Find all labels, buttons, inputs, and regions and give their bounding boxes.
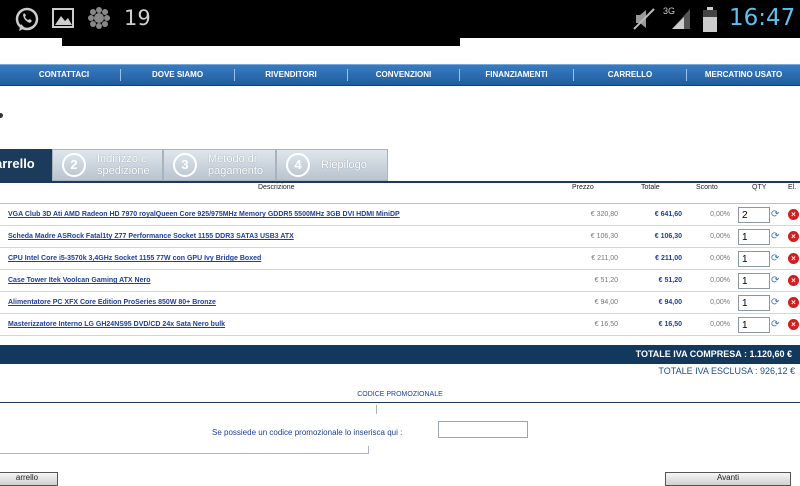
delete-icon[interactable]: × [788,231,799,242]
nav-item-carrello[interactable]: CARRELLO [574,65,686,85]
step-number: 2 [62,153,86,177]
bullet-marker [0,113,3,118]
row-total: € 106,30 [654,233,682,240]
divider [376,405,377,414]
quantity-input[interactable] [738,207,770,223]
refresh-icon[interactable]: ⟳ [771,254,781,264]
promo-code-input[interactable] [438,421,528,438]
promo-prompt: Se possiede un codice promozionale lo in… [212,428,403,437]
nav-item-contattaci[interactable]: CONTATTACI [8,65,120,85]
refresh-icon[interactable]: ⟳ [771,210,781,220]
step-cart[interactable]: arrello [0,149,52,181]
refresh-icon[interactable]: ⟳ [771,276,781,286]
table-row: Case Tower Itek Voolcan Gaming ATX Nero … [0,270,800,292]
delete-icon[interactable]: × [788,297,799,308]
step-payment[interactable]: 3 Metodo di pagamento [163,149,276,181]
row-total: € 16,50 [658,321,682,328]
step-label: Metodo di pagamento [208,153,264,177]
mute-icon [633,8,655,30]
nav-item-finanziamenti[interactable]: FINANZIAMENTI [460,65,573,85]
delete-icon[interactable]: × [788,253,799,264]
quantity-input[interactable] [738,229,770,245]
quantity-input[interactable] [738,317,770,333]
row-total: € 211,00 [655,255,682,262]
checkout-steps: arrello 2 Indirizzo e spedizione 3 Metod… [0,149,390,181]
refresh-icon[interactable]: ⟳ [771,320,781,330]
next-button[interactable]: Avanti [665,472,791,486]
nav-item-convenzioni[interactable]: CONVENZIONI [348,65,459,85]
delete-icon[interactable]: × [788,209,799,220]
row-total: € 641,60 [654,211,682,218]
header-bar [62,38,460,46]
clock: 16:47 [729,5,796,31]
unit-price: € 94,00 [594,299,618,306]
delete-icon[interactable]: × [788,275,799,286]
row-total: € 94,00 [658,299,682,306]
unit-price: € 211,00 [591,255,618,262]
step-label: Indirizzo e spedizione [97,153,150,177]
header-row [0,190,800,204]
row-discount: 0,00% [710,233,730,240]
unit-price: € 16,50 [594,321,618,328]
quantity-input[interactable] [738,295,770,311]
main-nav: CONTATTACI DOVE SIAMO RIVENDITORI CONVEN… [0,64,800,86]
product-link[interactable]: Alimentatore PC XFX Core Edition ProSeri… [8,299,216,306]
table-row: VGA Club 3D Ati AMD Radeon HD 7970 royal… [0,204,800,226]
step-address[interactable]: 2 Indirizzo e spedizione [52,149,163,181]
step-number: 3 [173,153,197,177]
step-summary[interactable]: 4 Riepilogo [276,149,388,181]
battery-icon [703,7,717,32]
step-label: arrello [0,156,35,171]
nav-item-rivenditori[interactable]: RIVENDITORI [235,65,347,85]
nav-item-mercatino-usato[interactable]: MERCATINO USATO [687,65,800,85]
promo-heading: CODICE PROMOZIONALE [0,388,800,403]
refresh-icon[interactable]: ⟳ [771,232,781,242]
row-discount: 0,00% [710,255,730,262]
nav-item-dove-siamo[interactable]: DOVE SIAMO [121,65,234,85]
row-total: € 51,20 [658,277,682,284]
row-discount: 0,00% [710,277,730,284]
unit-price: € 51,20 [594,277,618,284]
delete-icon[interactable]: × [788,319,799,330]
step-number: 4 [286,153,310,177]
product-link[interactable]: VGA Club 3D Ati AMD Radeon HD 7970 royal… [8,211,400,218]
total-with-vat: TOTALE IVA COMPRESA : 1.120,60 € [635,349,792,359]
row-discount: 0,00% [710,299,730,306]
step-label: Riepilogo [321,159,367,171]
unit-price: € 106,30 [590,233,618,240]
product-link[interactable]: CPU Intel Core i5-3570k 3,4GHz Socket 11… [8,255,261,262]
gallery-icon [52,8,74,28]
table-row: Masterizzatore Interno LG GH24NS95 DVD/C… [0,314,800,336]
settings-icon [88,7,110,29]
refresh-icon[interactable]: ⟳ [771,298,781,308]
row-discount: 0,00% [710,321,730,328]
notification-count: 19 [124,6,151,30]
product-link[interactable]: Masterizzatore Interno LG GH24NS95 DVD/C… [8,321,225,328]
product-link[interactable]: Scheda Madre ASRock Fatal1ty Z77 Perform… [8,233,294,240]
divider [0,446,369,454]
table-row: Alimentatore PC XFX Core Edition ProSeri… [0,292,800,314]
quantity-input[interactable] [738,251,770,267]
total-without-vat: TOTALE IVA ESCLUSA : 926,12 € [658,366,795,376]
signal-icon [672,9,690,29]
table-row: Scheda Madre ASRock Fatal1ty Z77 Perform… [0,226,800,248]
back-to-cart-button[interactable]: arrello [0,472,58,486]
product-link[interactable]: Case Tower Itek Voolcan Gaming ATX Nero [8,277,151,284]
quantity-input[interactable] [738,273,770,289]
total-vat-bar: TOTALE IVA COMPRESA : 1.120,60 € [0,345,800,364]
table-row: CPU Intel Core i5-3570k 3,4GHz Socket 11… [0,248,800,270]
divider [0,181,800,183]
status-bar: 19 3G 16:47 [0,0,800,38]
whatsapp-icon [15,7,39,31]
unit-price: € 320,80 [590,211,618,218]
row-discount: 0,00% [710,211,730,218]
